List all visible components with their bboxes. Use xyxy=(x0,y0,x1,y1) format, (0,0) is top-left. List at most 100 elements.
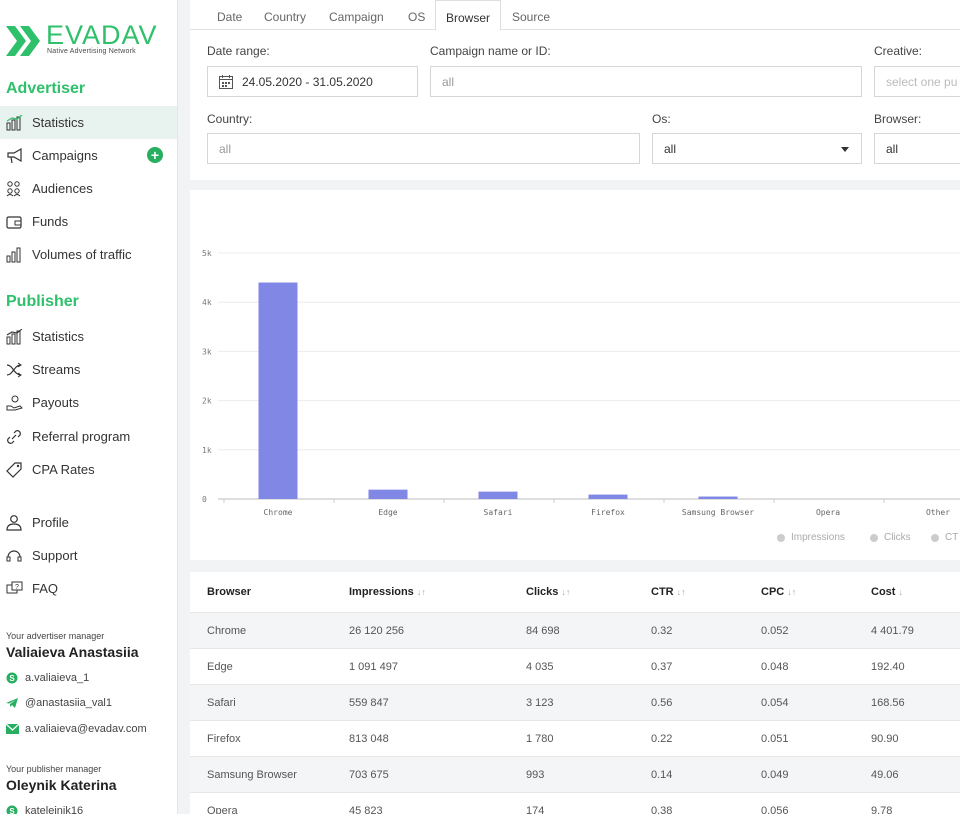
y-tick-label: 0 xyxy=(202,495,207,504)
creative-select[interactable]: select one pu xyxy=(874,66,960,97)
table-cell: 168.56 xyxy=(871,697,905,709)
table-cell: 3 123 xyxy=(526,697,554,709)
table-cell: 4 035 xyxy=(526,661,554,673)
legend-clicks[interactable]: Clicks xyxy=(870,532,911,543)
table-row[interactable]: Opera 45 823 174 0.38 0.056 9.78 xyxy=(190,792,960,814)
advertiser-manager-email[interactable]: a.valiaieva@evadav.com xyxy=(6,723,147,735)
sidebar: EVADAV Native Advertising Network Advert… xyxy=(0,0,178,814)
x-tick-label: Samsung Browser xyxy=(682,508,754,517)
sidebar-item-profile[interactable]: Profile xyxy=(0,506,177,539)
logo[interactable]: EVADAV Native Advertising Network xyxy=(6,20,171,60)
x-tick-label: Firefox xyxy=(591,508,625,517)
table-row[interactable]: Safari 559 847 3 123 0.56 0.054 168.56 xyxy=(190,684,960,720)
add-campaign-button[interactable]: + xyxy=(147,147,163,163)
x-tick-label: Other xyxy=(926,508,950,517)
table-row[interactable]: Chrome 26 120 256 84 698 0.32 0.052 4 40… xyxy=(190,612,960,648)
table-cell: 90.90 xyxy=(871,733,899,745)
wallet-icon xyxy=(6,213,32,231)
browser-label: Browser: xyxy=(874,112,922,126)
sidebar-item-streams[interactable]: Streams xyxy=(0,353,177,386)
column-header-cpc[interactable]: CPC ↓↑ xyxy=(761,572,796,612)
tab-date[interactable]: Date xyxy=(217,10,242,24)
sidebar-item-label: Referral program xyxy=(32,429,131,444)
campaign-input[interactable]: all xyxy=(430,66,862,97)
user-icon xyxy=(6,514,32,532)
table-cell: 0.22 xyxy=(651,733,673,745)
sidebar-item-publisher-statistics[interactable]: Statistics xyxy=(0,320,177,353)
table-row[interactable]: Samsung Browser 703 675 993 0.14 0.049 4… xyxy=(190,756,960,792)
os-label: Os: xyxy=(652,112,671,126)
logo-arrows-icon xyxy=(6,26,40,56)
table-cell: 192.40 xyxy=(871,661,905,673)
skype-icon: S xyxy=(6,805,21,814)
table-cell: 0.052 xyxy=(761,625,789,637)
table-cell: 0.38 xyxy=(651,805,673,814)
payout-icon xyxy=(6,394,32,412)
sidebar-item-audiences[interactable]: Audiences xyxy=(0,172,177,205)
table-cell: 813 048 xyxy=(349,733,389,745)
table-cell: 4 401.79 xyxy=(871,625,914,637)
sidebar-item-label: FAQ xyxy=(32,581,59,596)
bar-samsung-browser[interactable] xyxy=(698,496,738,499)
table-cell: 0.056 xyxy=(761,805,789,814)
sort-icon: ↓↑ xyxy=(676,587,686,597)
sidebar-item-advertiser-statistics[interactable]: Statistics xyxy=(0,106,177,139)
legend-dot xyxy=(931,533,939,542)
tab-browser[interactable]: Browser xyxy=(435,0,502,31)
sort-icon: ↓↑ xyxy=(416,587,426,597)
column-header-impressions[interactable]: Impressions ↓↑ xyxy=(349,572,426,612)
os-select[interactable]: all xyxy=(652,133,862,164)
bar-edge[interactable] xyxy=(368,489,408,499)
bar-chrome[interactable] xyxy=(258,282,298,499)
sidebar-item-cpa-rates[interactable]: CPA Rates xyxy=(0,453,177,486)
sidebar-item-referral-program[interactable]: Referral program xyxy=(0,420,177,453)
column-header-cost[interactable]: Cost ↓ xyxy=(871,572,903,612)
table-row[interactable]: Edge 1 091 497 4 035 0.37 0.048 192.40 xyxy=(190,648,960,684)
x-tick-label: Opera xyxy=(816,508,840,517)
advertiser-manager-skype[interactable]: S a.valiaieva_1 xyxy=(6,672,89,684)
table-cell: 45 823 xyxy=(349,805,383,814)
advertiser-manager-telegram[interactable]: @anastasiia_val1 xyxy=(6,697,112,709)
table-cell: 174 xyxy=(526,805,545,814)
sidebar-item-label: Audiences xyxy=(32,181,93,196)
sidebar-item-volumes-of-traffic[interactable]: Volumes of traffic xyxy=(0,238,177,271)
svg-text:S: S xyxy=(9,674,15,683)
bar-safari[interactable] xyxy=(478,491,518,499)
table-cell: 0.56 xyxy=(651,697,673,709)
tab-campaign[interactable]: Campaign xyxy=(329,10,384,24)
date-range-input[interactable]: 24.05.2020 - 31.05.2020 xyxy=(207,66,418,97)
table-cell: 0.048 xyxy=(761,661,789,673)
bar-firefox[interactable] xyxy=(588,494,628,499)
column-header-clicks[interactable]: Clicks ↓↑ xyxy=(526,572,570,612)
telegram-icon xyxy=(6,697,21,709)
sidebar-item-campaigns[interactable]: Campaigns + xyxy=(0,139,177,172)
column-header-browser[interactable]: Browser xyxy=(207,572,251,612)
legend-impressions[interactable]: Impressions xyxy=(777,532,845,543)
volume-bars-icon xyxy=(6,246,32,264)
column-header-ctr[interactable]: CTR ↓↑ xyxy=(651,572,686,612)
table-row[interactable]: Firefox 813 048 1 780 0.22 0.051 90.90 xyxy=(190,720,960,756)
bar-chart-icon xyxy=(6,114,32,132)
sort-icon: ↓↑ xyxy=(787,587,797,597)
sidebar-item-label: CPA Rates xyxy=(32,462,95,477)
creative-label: Creative: xyxy=(874,44,923,58)
sidebar-item-faq[interactable]: ? FAQ xyxy=(0,572,177,605)
country-input[interactable]: all xyxy=(207,133,640,164)
browser-select[interactable]: all xyxy=(874,133,960,164)
tab-country[interactable]: Country xyxy=(264,10,306,24)
table-cell: 0.37 xyxy=(651,661,673,673)
table-cell: 703 675 xyxy=(349,769,389,781)
bar-chart-icon xyxy=(6,328,32,346)
legend-ctr[interactable]: CT xyxy=(931,532,958,543)
tab-os[interactable]: OS xyxy=(408,10,425,24)
sidebar-item-support[interactable]: Support xyxy=(0,539,177,572)
sidebar-item-funds[interactable]: Funds xyxy=(0,205,177,238)
tab-source[interactable]: Source xyxy=(512,10,550,24)
logo-brand: EVADAV xyxy=(46,20,158,50)
svg-text:?: ? xyxy=(15,584,19,591)
legend-dot xyxy=(777,533,785,542)
publisher-manager-skype[interactable]: S kateleinik16 xyxy=(6,805,83,814)
sidebar-item-payouts[interactable]: Payouts xyxy=(0,386,177,419)
table-cell: Samsung Browser xyxy=(207,769,297,781)
sidebar-item-label: Statistics xyxy=(32,115,85,130)
